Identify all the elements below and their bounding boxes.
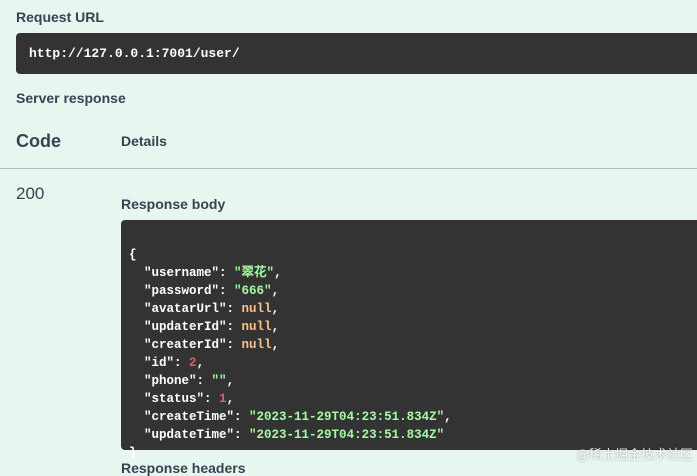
json-key: "username" [144, 266, 220, 280]
json-comma: , [271, 284, 280, 298]
json-field-line: "createTime": "2023-11-29T04:23:51.834Z"… [144, 410, 452, 424]
json-key: "updaterId" [144, 320, 227, 334]
json-field-line: "phone": "", [144, 374, 235, 388]
status-code: 200 [16, 184, 45, 203]
json-key: "password" [144, 284, 220, 298]
json-comma: , [274, 266, 282, 280]
json-key: "phone" [144, 374, 197, 388]
json-key: "updateTime" [144, 428, 235, 442]
json-value: 2 [189, 356, 197, 370]
json-field-line: "avatarUrl": null, [144, 302, 280, 316]
response-body-label: Response body [121, 196, 226, 212]
json-key: "createrId" [144, 338, 227, 352]
json-value: null [241, 338, 272, 352]
json-value: "2023-11-29T04:23:51.834Z" [249, 428, 445, 442]
json-value: 1 [219, 392, 227, 406]
json-comma: , [271, 338, 280, 352]
request-url-label: Request URL [16, 9, 104, 25]
json-comma: , [444, 410, 452, 424]
json-value: "2023-11-29T04:23:51.834Z" [249, 410, 445, 424]
json-field-line: "password": "666", [144, 284, 280, 298]
json-comma: , [226, 374, 235, 388]
response-headers-label: Response headers [121, 460, 246, 476]
request-url-box[interactable]: http://127.0.0.1:7001/user/ [16, 33, 697, 74]
json-field-line: "createrId": null, [144, 338, 280, 352]
json-comma: , [226, 392, 235, 406]
json-key: "avatarUrl" [144, 302, 227, 316]
details-column-header: Details [121, 133, 167, 149]
json-field-line: "updateTime": "2023-11-29T04:23:51.834Z" [144, 428, 445, 442]
json-value: "翠花" [234, 266, 275, 280]
json-value: "" [211, 374, 227, 388]
json-open-brace: { [129, 248, 137, 262]
server-response-label: Server response [16, 90, 126, 106]
json-comma: , [196, 356, 205, 370]
json-comma: , [271, 302, 280, 316]
json-field-line: "status": 1, [144, 392, 235, 406]
json-key: "id" [144, 356, 175, 370]
json-field-line: "id": 2, [144, 356, 205, 370]
json-comma: , [271, 320, 280, 334]
code-column-header: Code [16, 131, 61, 151]
json-field-line: "updaterId": null, [144, 320, 280, 334]
json-field-line: "username": "翠花", [144, 266, 282, 280]
json-value: "666" [234, 284, 272, 298]
response-body-code[interactable]: { "username": "翠花", "password": "666", "… [121, 220, 697, 460]
json-value: null [241, 320, 272, 334]
watermark: @稀土掘金技术社区 [575, 448, 693, 463]
json-key: "status" [144, 392, 205, 406]
request-url-text[interactable]: http://127.0.0.1:7001/user/ [29, 46, 240, 61]
table-divider [0, 168, 697, 169]
json-key: "createTime" [144, 410, 235, 424]
json-value: null [241, 302, 272, 316]
